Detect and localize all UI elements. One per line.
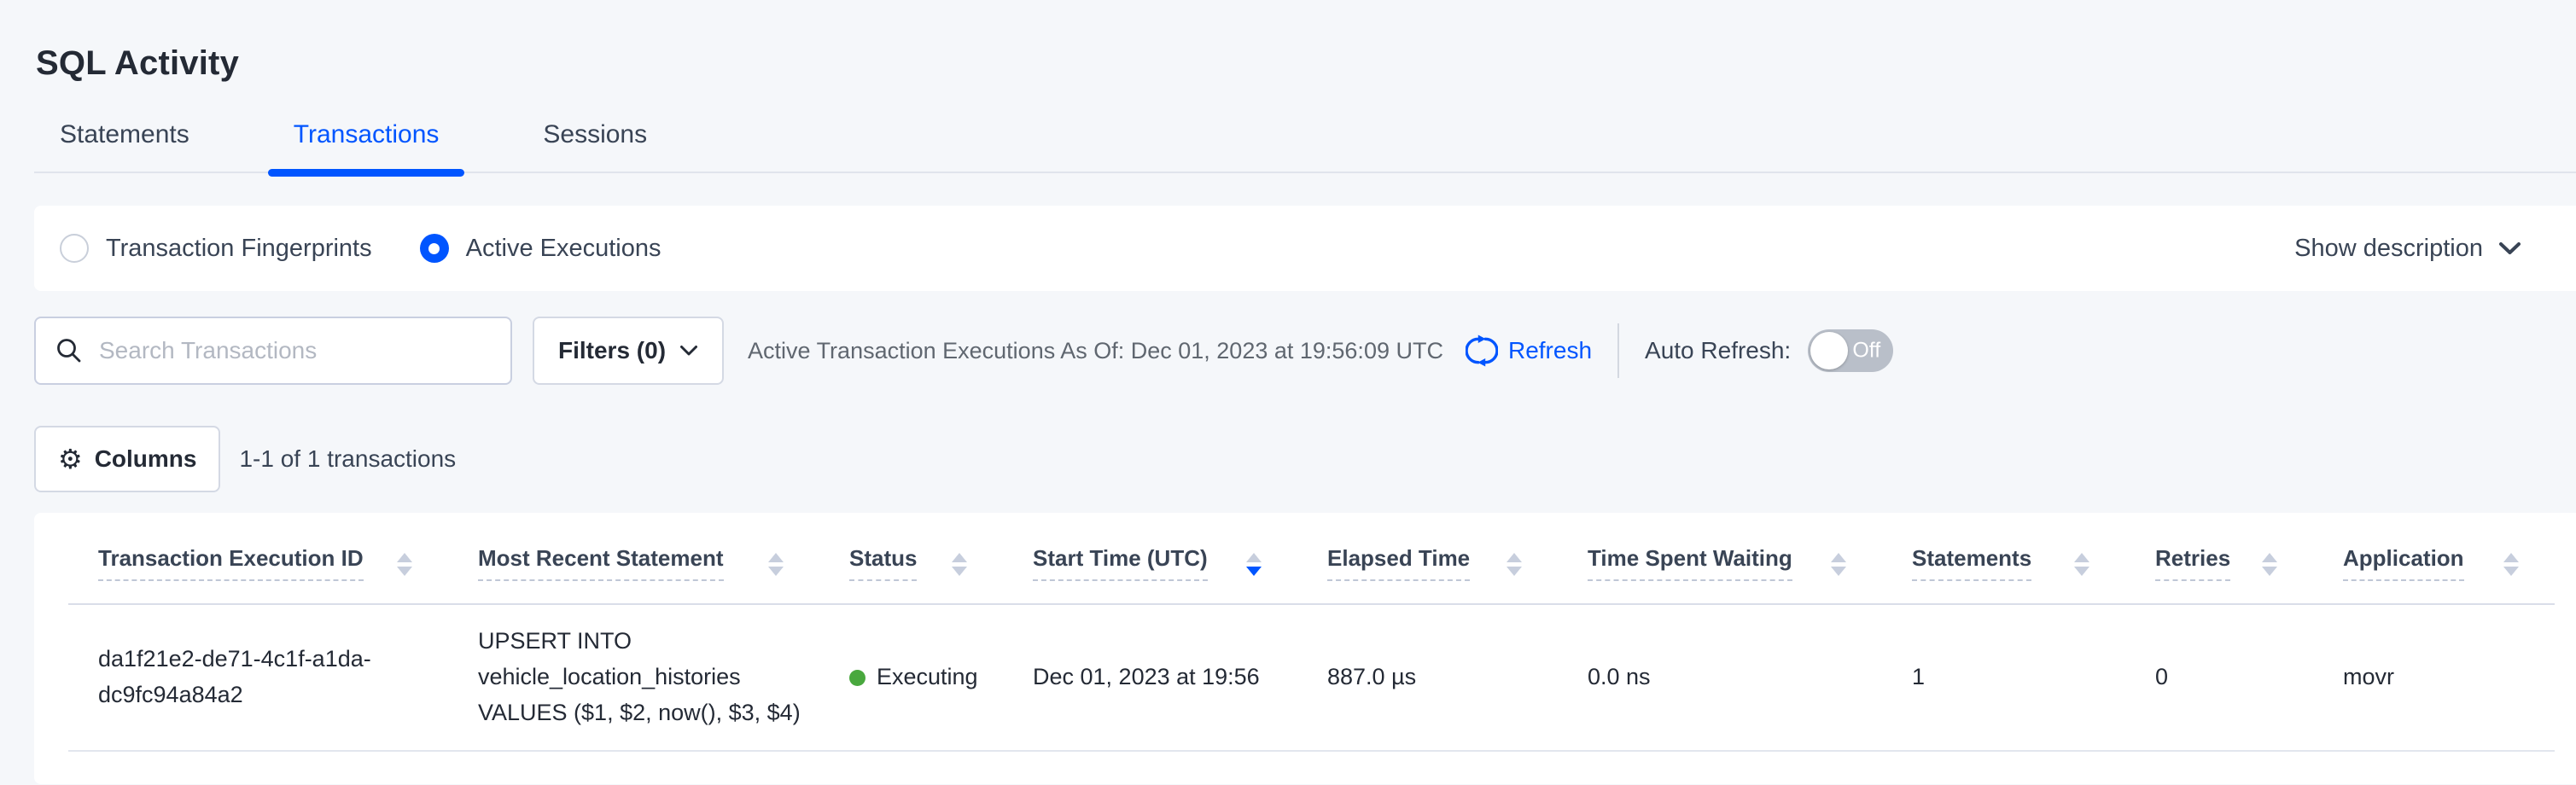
cell-transaction-execution-id: da1f21e2-de71-4c1f-a1da-dc9fc94a84a2 — [68, 604, 448, 751]
sort-icon[interactable] — [1831, 551, 1846, 576]
search-icon — [55, 336, 84, 365]
radio-label: Transaction Fingerprints — [106, 235, 372, 263]
auto-refresh-label: Auto Refresh: — [1645, 337, 1791, 364]
filter-toolbar: Filters (0) Active Transaction Execution… — [34, 315, 2576, 387]
column-header-status[interactable]: Status — [819, 513, 1003, 604]
columns-button[interactable]: ⚙ Columns — [34, 426, 220, 492]
cell-time-spent-waiting: 0.0 ns — [1558, 604, 1882, 751]
view-mode-radio-group: Transaction Fingerprints Active Executio… — [60, 234, 661, 263]
column-header-elapsed-time[interactable]: Elapsed Time — [1297, 513, 1558, 604]
tab-bar: Statements Transactions Sessions — [34, 83, 2576, 173]
chevron-down-icon — [2498, 241, 2521, 256]
search-box[interactable] — [34, 317, 512, 385]
table-header-row: Transaction Execution ID Most Recent Sta… — [68, 513, 2555, 604]
page-title: SQL Activity — [0, 0, 2576, 83]
radio-selected-icon[interactable] — [420, 234, 449, 263]
filters-label: Filters (0) — [558, 337, 666, 364]
table-row[interactable]: da1f21e2-de71-4c1f-a1da-dc9fc94a84a2 UPS… — [68, 604, 2555, 751]
radio-transaction-fingerprints[interactable]: Transaction Fingerprints — [60, 234, 372, 263]
divider — [1617, 323, 1619, 378]
show-description-button[interactable]: Show description — [2294, 235, 2521, 263]
cell-application: movr — [2313, 604, 2555, 751]
refresh-icon — [1466, 334, 1498, 367]
sql-activity-page: SQL Activity Statements Transactions Ses… — [0, 0, 2576, 785]
column-header-start-time[interactable]: Start Time (UTC) — [1003, 513, 1297, 604]
chevron-down-icon — [679, 345, 698, 357]
sort-icon[interactable] — [2503, 551, 2519, 576]
toggle-knob-icon — [1810, 332, 1848, 369]
tab-statements[interactable]: Statements — [34, 120, 215, 172]
cell-elapsed-time: 887.0 µs — [1297, 604, 1558, 751]
column-header-time-spent-waiting[interactable]: Time Spent Waiting — [1558, 513, 1882, 604]
sort-desc-icon[interactable] — [1246, 551, 1262, 576]
sort-icon[interactable] — [768, 551, 784, 576]
toggle-state-label: Off — [1852, 339, 1880, 363]
transactions-table-card: Transaction Execution ID Most Recent Sta… — [34, 513, 2576, 784]
refresh-label: Refresh — [1508, 337, 1592, 364]
cell-most-recent-statement: UPSERT INTO vehicle_location_histories V… — [448, 604, 819, 751]
transactions-table: Transaction Execution ID Most Recent Sta… — [68, 513, 2555, 752]
tab-sessions[interactable]: Sessions — [517, 120, 673, 172]
search-input[interactable] — [99, 337, 492, 364]
column-header-most-recent-statement[interactable]: Most Recent Statement — [448, 513, 819, 604]
as-of-timestamp: Active Transaction Executions As Of: Dec… — [748, 338, 1443, 364]
sort-icon[interactable] — [2262, 551, 2277, 576]
sort-icon[interactable] — [397, 551, 412, 576]
auto-refresh-toggle[interactable]: Off — [1808, 329, 1893, 372]
view-mode-card: Transaction Fingerprints Active Executio… — [34, 206, 2576, 291]
cell-status: Executing — [819, 604, 1003, 751]
cell-start-time: Dec 01, 2023 at 19:56 — [1003, 604, 1297, 751]
gear-icon: ⚙ — [58, 445, 83, 473]
sort-icon[interactable] — [952, 551, 967, 576]
refresh-button[interactable]: Refresh — [1466, 334, 1592, 367]
sort-icon[interactable] — [2074, 551, 2089, 576]
column-header-retries[interactable]: Retries — [2125, 513, 2313, 604]
status-executing-dot-icon — [849, 670, 865, 686]
radio-unselected-icon[interactable] — [60, 234, 89, 263]
tab-transactions[interactable]: Transactions — [268, 120, 465, 172]
table-toolbar: ⚙ Columns 1-1 of 1 transactions — [34, 426, 2576, 492]
show-description-label: Show description — [2294, 235, 2483, 263]
column-header-transaction-execution-id[interactable]: Transaction Execution ID — [68, 513, 448, 604]
cell-retries: 0 — [2125, 604, 2313, 751]
columns-label: Columns — [95, 445, 197, 473]
result-count: 1-1 of 1 transactions — [239, 445, 456, 473]
column-header-statements[interactable]: Statements — [1882, 513, 2125, 604]
radio-label: Active Executions — [466, 235, 661, 263]
filters-button[interactable]: Filters (0) — [533, 317, 724, 385]
column-header-application[interactable]: Application — [2313, 513, 2555, 604]
status-label: Executing — [877, 660, 978, 695]
cell-statements: 1 — [1882, 604, 2125, 751]
radio-active-executions[interactable]: Active Executions — [420, 234, 661, 263]
sort-icon[interactable] — [1507, 551, 1522, 576]
